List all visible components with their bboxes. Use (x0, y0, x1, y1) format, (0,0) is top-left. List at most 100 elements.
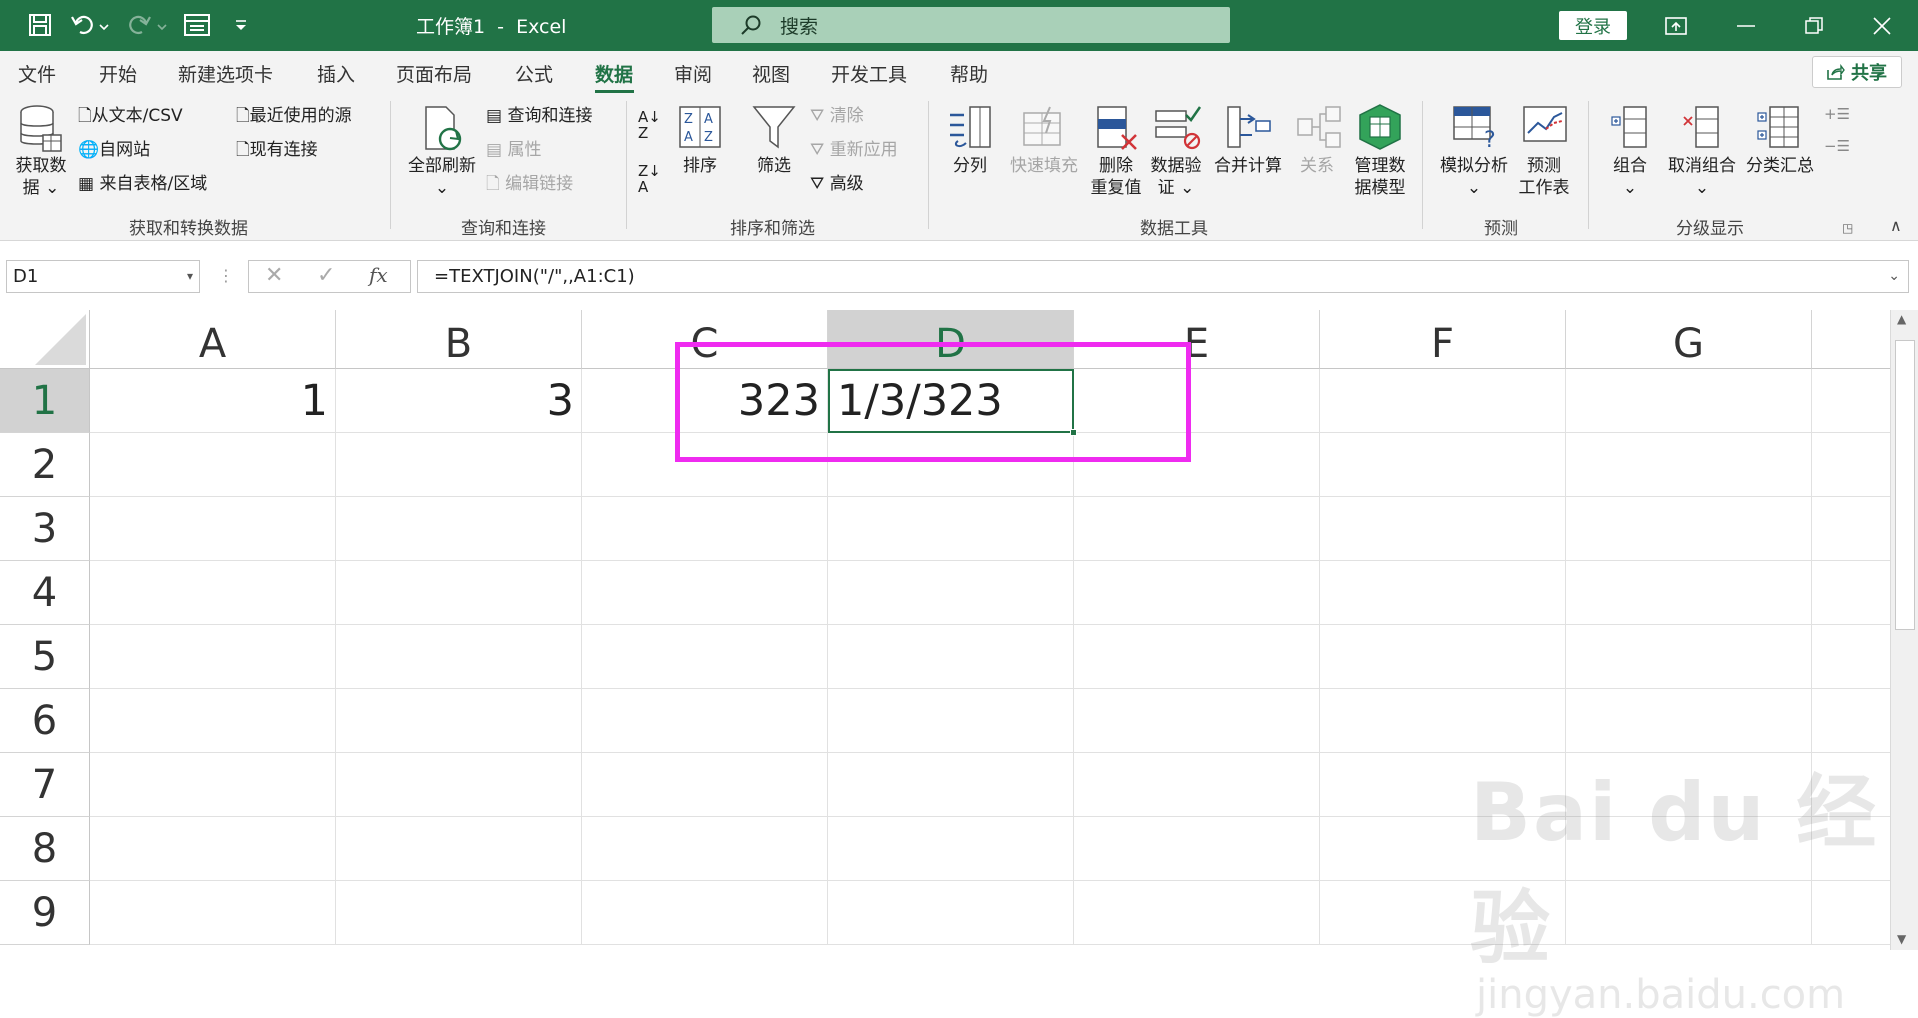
subtotal-button[interactable]: 分类汇总 (1740, 155, 1820, 177)
cell[interactable] (90, 817, 336, 881)
customize-qat-icon[interactable] (228, 10, 254, 40)
column-header-f[interactable]: F (1320, 310, 1566, 369)
cell[interactable] (582, 689, 828, 753)
cell[interactable] (1566, 561, 1812, 625)
refresh-all-button[interactable]: 全部刷新 ⌄ (402, 155, 482, 199)
clear-button[interactable]: ⛛ 清除 (810, 105, 864, 127)
cell[interactable] (1074, 497, 1320, 561)
column-header-b[interactable]: B (336, 310, 582, 369)
row-header-5[interactable]: 5 (0, 625, 90, 689)
tab-help[interactable]: 帮助 (950, 60, 988, 87)
name-box-dropdown-icon[interactable]: ▾ (187, 261, 193, 292)
existing-connections-button[interactable]: 🗋现有连接 (236, 139, 318, 161)
manage-data-model-button[interactable]: 管理数 据模型 (1346, 155, 1414, 199)
enter-icon[interactable]: ✓ (317, 263, 335, 288)
cell[interactable] (1074, 817, 1320, 881)
from-web-button[interactable]: 🌐自网站 (78, 139, 150, 161)
sort-desc-button[interactable]: Z↓ A (638, 163, 661, 195)
cell[interactable] (1320, 625, 1566, 689)
cell[interactable] (828, 497, 1074, 561)
remove-duplicates-button[interactable]: 删除 重复值 (1084, 155, 1148, 199)
outline-dialog-launcher-icon[interactable]: ◳ (1842, 217, 1853, 239)
column-header-h[interactable] (1812, 310, 1890, 369)
cell[interactable] (336, 497, 582, 561)
cell[interactable] (582, 817, 828, 881)
save-icon[interactable] (24, 10, 56, 40)
restore-icon[interactable] (1784, 0, 1844, 51)
tab-data[interactable]: 数据 (595, 60, 633, 87)
reapply-button[interactable]: ⛛ 重新应用 (810, 139, 898, 161)
cell[interactable] (90, 433, 336, 497)
name-box[interactable]: D1 ▾ (6, 260, 200, 293)
column-header-g[interactable]: G (1566, 310, 1812, 369)
cell[interactable] (1566, 369, 1812, 433)
relationships-button[interactable]: 关系 (1290, 155, 1344, 177)
scrollbar-thumb[interactable] (1895, 340, 1915, 630)
cell[interactable] (1812, 881, 1890, 945)
cell[interactable] (1812, 369, 1890, 433)
row-header-4[interactable]: 4 (0, 561, 90, 625)
collapse-ribbon-icon[interactable]: ∧ (1890, 215, 1902, 237)
get-data-button[interactable]: 获取数 据 ⌄ (13, 155, 69, 199)
cell[interactable] (828, 561, 1074, 625)
cell[interactable] (582, 561, 828, 625)
formula-input[interactable]: =TEXTJOIN("/",,A1:C1) ⌄ (417, 260, 1909, 293)
cell[interactable] (1320, 561, 1566, 625)
cell-b1[interactable]: 3 (336, 369, 582, 433)
scroll-down-icon[interactable]: ▼ (1897, 932, 1906, 946)
cell[interactable] (1812, 561, 1890, 625)
forecast-sheet-button[interactable]: 预测 工作表 (1512, 155, 1576, 199)
cell[interactable] (1074, 625, 1320, 689)
cell[interactable] (90, 753, 336, 817)
cell[interactable] (1320, 369, 1566, 433)
cell[interactable] (582, 497, 828, 561)
cell[interactable] (1812, 689, 1890, 753)
column-header-a[interactable]: A (90, 310, 336, 369)
search-box[interactable]: 搜索 (712, 7, 1230, 43)
cell[interactable] (90, 497, 336, 561)
flash-fill-button[interactable]: 快速填充 (1004, 155, 1084, 177)
cell[interactable] (828, 817, 1074, 881)
cell[interactable] (90, 689, 336, 753)
data-validation-button[interactable]: 数据验 证 ⌄ (1144, 155, 1208, 199)
cell[interactable] (336, 881, 582, 945)
cell-a1[interactable]: 1 (90, 369, 336, 433)
advanced-button[interactable]: ⛛ 高级 (810, 173, 864, 195)
tab-developer[interactable]: 开发工具 (831, 60, 907, 87)
tab-view[interactable]: 视图 (752, 60, 790, 87)
cell[interactable] (1812, 753, 1890, 817)
cell[interactable] (90, 881, 336, 945)
row-header-6[interactable]: 6 (0, 689, 90, 753)
cell[interactable] (90, 625, 336, 689)
properties-button[interactable]: ▤ 属性 (486, 139, 541, 161)
filter-button[interactable]: 筛选 (750, 155, 798, 177)
row-header-7[interactable]: 7 (0, 753, 90, 817)
consolidate-button[interactable]: 合并计算 (1206, 155, 1290, 177)
form-icon[interactable] (182, 10, 212, 40)
cell[interactable] (336, 753, 582, 817)
tab-page-layout[interactable]: 页面布局 (396, 60, 472, 87)
cell[interactable] (1566, 689, 1812, 753)
ribbon-display-icon[interactable] (1646, 0, 1706, 51)
cell[interactable] (1566, 881, 1812, 945)
close-icon[interactable] (1852, 0, 1912, 51)
insert-function-icon[interactable]: fx (369, 263, 388, 287)
row-header-1[interactable]: 1 (0, 369, 90, 433)
cell[interactable] (1074, 753, 1320, 817)
cell[interactable] (1812, 497, 1890, 561)
select-all-button[interactable] (0, 310, 90, 369)
redo-icon[interactable] (124, 10, 172, 40)
cell[interactable] (336, 433, 582, 497)
cell[interactable] (1812, 433, 1890, 497)
queries-connections-button[interactable]: ▤ 查询和连接 (486, 105, 592, 127)
tab-file[interactable]: 文件 (18, 60, 56, 87)
cell[interactable] (828, 689, 1074, 753)
from-text-csv-button[interactable]: 🗋从文本/CSV (78, 105, 183, 127)
sort-button[interactable]: 排序 (676, 155, 724, 177)
cell[interactable] (828, 625, 1074, 689)
cell[interactable] (1812, 817, 1890, 881)
cell[interactable] (336, 561, 582, 625)
cell[interactable] (90, 561, 336, 625)
row-header-9[interactable]: 9 (0, 881, 90, 945)
cell[interactable] (1320, 753, 1566, 817)
